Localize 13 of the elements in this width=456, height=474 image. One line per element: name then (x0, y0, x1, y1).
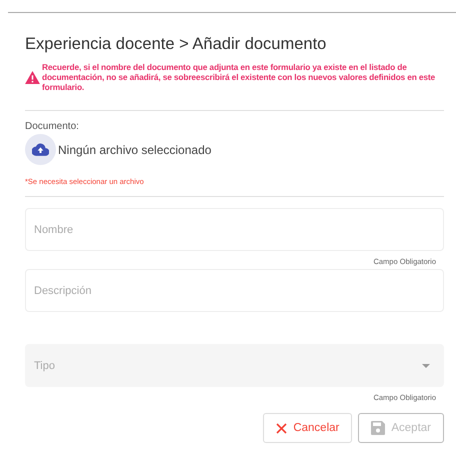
file-name-text: Ningún archivo seleccionado (58, 142, 212, 156)
field-label: Documento: (25, 121, 80, 132)
type-select[interactable]: Tipo (25, 344, 444, 387)
cloud-upload-icon (32, 143, 49, 156)
dropdown-caret-icon (422, 364, 430, 368)
text-field[interactable]: Nombre (25, 208, 444, 251)
text-field[interactable]: Descripción (25, 269, 444, 312)
dialog-title: Experiencia docente > Añadir documento (25, 35, 328, 54)
warning-message: Recuerde, si el nombre del documento que adjunta en este formulario ya existe en el listado de documentación, no se añadirá, se sobreescribirá el existente con los nuevos valores definidos en este formulario. (42, 62, 436, 92)
close-icon (276, 422, 288, 434)
upload-button[interactable] (25, 134, 56, 165)
warning-icon (25, 70, 40, 84)
cancel-button[interactable]: Cancelar (263, 413, 352, 443)
